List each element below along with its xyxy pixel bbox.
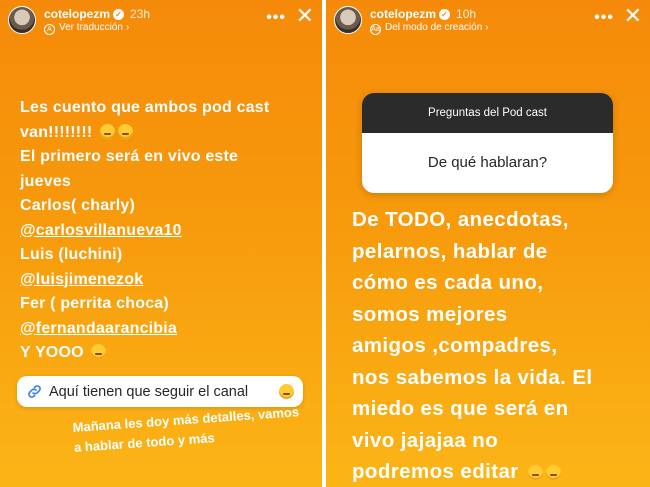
username[interactable]: cotelopezm ✓ 23h xyxy=(44,7,150,21)
question-sticker[interactable]: Preguntas del Pod cast De qué hablaran? xyxy=(362,93,613,193)
post-time: 23h xyxy=(130,7,151,21)
text-line: jueves xyxy=(20,172,72,190)
text-line: Les cuento que ambos pod cast xyxy=(20,99,270,116)
text-line: cómo es cada uno, xyxy=(352,271,544,294)
username[interactable]: cotelopezm ✓ 10h xyxy=(370,7,476,21)
story-right: cotelopezm ✓ 10h Aa Del modo de creación › •… xyxy=(326,0,650,487)
stories-comparison: cotelopezm ✓ 23h A Ver traducción › ••• ✕ Le… xyxy=(0,0,650,487)
text-line: Carlos( charly) xyxy=(20,197,136,214)
sticker-label: Aquí tienen que seguir el canal xyxy=(49,384,249,400)
bottom-note: Mañana les doy más detalles, vamos a hab… xyxy=(72,404,300,455)
channel-link-sticker[interactable]: Aquí tienen que seguir el canal xyxy=(17,376,303,407)
story-header: cotelopezm ✓ 10h Aa Del modo de creación › •… xyxy=(334,4,642,38)
story-left: cotelopezm ✓ 23h A Ver traducción › ••• ✕ Le… xyxy=(0,0,322,487)
question-title: Preguntas del Pod cast xyxy=(362,93,613,133)
text-line: El primero será en vivo este xyxy=(20,148,239,165)
avatar[interactable] xyxy=(8,6,36,34)
answer-text: De TODO, anecdotas, pelarnos, hablar de … xyxy=(352,204,650,487)
mention-link[interactable]: @carlosvillanueva10 xyxy=(20,219,315,244)
emoji-icon xyxy=(545,465,561,480)
avatar[interactable] xyxy=(334,6,362,34)
story-text: Les cuento que ambos pod cast van!!!!!!!… xyxy=(20,96,315,366)
text-line: Fer ( perrita choca) xyxy=(20,295,169,312)
text-line: pelarnos, hablar de xyxy=(352,239,548,263)
verified-badge-icon: ✓ xyxy=(113,9,125,20)
translation-link[interactable]: A Ver traducción › xyxy=(44,22,129,35)
text-line: vivo jajajaa no xyxy=(352,428,499,452)
text-line: somos mejores xyxy=(352,302,508,326)
mention-link[interactable]: @fernandaarancibia xyxy=(20,317,315,342)
close-icon[interactable]: ✕ xyxy=(624,4,642,28)
chevron-right-icon: › xyxy=(485,22,489,33)
more-options-icon[interactable]: ••• xyxy=(594,9,614,27)
post-time: 10h xyxy=(456,7,477,21)
emoji-icon xyxy=(279,384,294,399)
emoji-icon xyxy=(91,344,107,359)
text-line: De TODO, anecdotas, xyxy=(352,208,569,231)
verified-badge-icon: ✓ xyxy=(439,9,451,20)
chevron-right-icon: › xyxy=(125,22,130,33)
question-text: De qué hablaran? xyxy=(427,154,548,171)
emoji-icon xyxy=(100,123,116,139)
text-line: Luis (luchini) xyxy=(20,246,123,263)
text-line: miedo es que será en xyxy=(352,397,569,420)
text-line: amigos ,compadres, xyxy=(352,334,558,357)
text-line: Y YOOO xyxy=(20,341,315,366)
close-icon[interactable]: ✕ xyxy=(296,4,314,28)
text-line: van!!!!!!!! xyxy=(20,121,315,146)
text-line: nos sabemos la vida. El xyxy=(352,365,593,389)
emoji-icon xyxy=(527,465,543,480)
more-options-icon[interactable]: ••• xyxy=(266,9,286,27)
emoji-icon xyxy=(118,123,134,139)
link-icon xyxy=(28,385,41,398)
create-mode-icon: Aa xyxy=(370,24,381,35)
create-mode-link[interactable]: Aa Del modo de creación › xyxy=(370,22,489,35)
mention-link[interactable]: @luisjimenezok xyxy=(20,268,315,293)
text-line: podremos editar xyxy=(352,456,650,487)
translate-icon: A xyxy=(44,24,55,35)
story-header: cotelopezm ✓ 23h A Ver traducción › ••• ✕ xyxy=(8,4,314,38)
